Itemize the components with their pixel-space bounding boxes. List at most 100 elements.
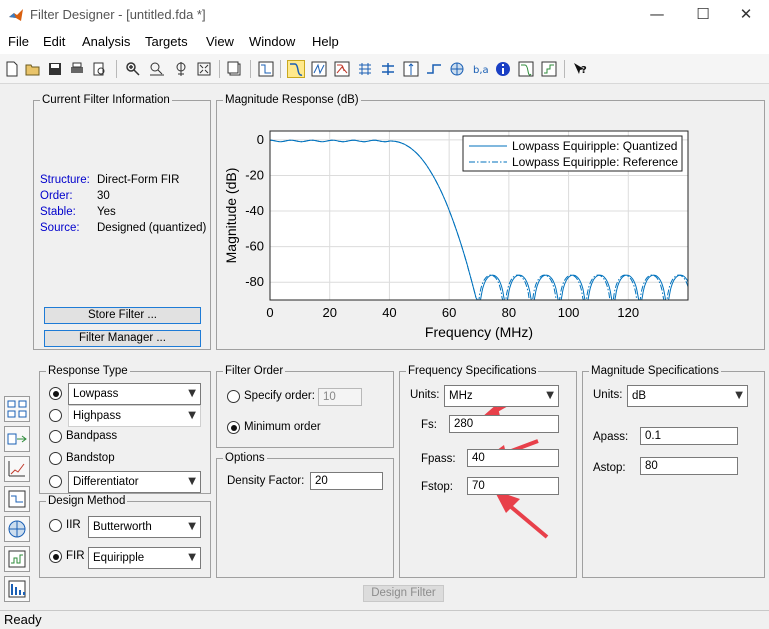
minimize-button[interactable]: —: [634, 0, 680, 30]
apass-label: Apass:: [593, 431, 629, 443]
fir-method-select[interactable]: Equiripple ▼: [88, 547, 201, 569]
chart-legend: Lowpass Equiripple: Quantized Lowpass Eq…: [462, 135, 683, 172]
menu-file[interactable]: File: [8, 34, 29, 49]
toolbar: b,a ?: [0, 54, 769, 84]
current-filter-panel: Current Filter Information Structure: Di…: [33, 93, 211, 350]
round-off-noise-icon[interactable]: [540, 60, 558, 78]
full-view-icon[interactable]: [195, 60, 213, 78]
magnitude-response-title: Magnitude Response (dB): [223, 93, 361, 107]
zoom-y-icon[interactable]: [172, 60, 190, 78]
magnitude-response-estimate-icon[interactable]: [517, 60, 535, 78]
structure-label: Structure:: [40, 174, 90, 186]
new-figure-icon[interactable]: [226, 60, 244, 78]
radio-differentiator[interactable]: [49, 475, 62, 488]
x-tick-label: 80: [502, 305, 516, 320]
radio-specify-order[interactable]: [227, 390, 240, 403]
astop-input[interactable]: 80: [640, 457, 738, 475]
impulse-response-icon[interactable]: [402, 60, 420, 78]
menu-analysis[interactable]: Analysis: [82, 34, 130, 49]
mag-units-select[interactable]: dB ▼: [627, 385, 748, 407]
radio-fir[interactable]: [49, 550, 62, 563]
radio-highpass[interactable]: [49, 409, 62, 422]
magnitude-response-chart[interactable]: 0 20 40 60 80 100 120 0 -20 -40 -60 -80 Frequency (…: [220, 108, 761, 346]
store-filter-button[interactable]: Store Filter ...: [44, 307, 201, 324]
legend-reference-label: Lowpass Equiripple: Reference: [512, 155, 678, 169]
fir-label: FIR: [66, 550, 85, 562]
fpass-input[interactable]: 40: [467, 449, 559, 467]
frequency-specs-title: Frequency Specifications: [406, 364, 539, 378]
close-button[interactable]: ✕: [723, 0, 769, 30]
y-axis-label: Magnitude (dB): [223, 168, 239, 264]
realize-model-tool[interactable]: [4, 486, 30, 512]
order-label: Order:: [40, 190, 73, 202]
multirate-design-tool[interactable]: [4, 576, 30, 602]
fs-input[interactable]: 280: [449, 415, 559, 433]
response-type-title: Response Type: [46, 364, 130, 378]
radio-iir[interactable]: [49, 519, 62, 532]
differentiator-select[interactable]: Differentiator ▼: [68, 471, 201, 493]
svg-text:?: ?: [581, 65, 587, 76]
menu-window[interactable]: Window: [249, 34, 295, 49]
zoom-in-icon[interactable]: [124, 60, 142, 78]
menu-edit[interactable]: Edit: [43, 34, 65, 49]
freq-units-select[interactable]: MHz ▼: [444, 385, 559, 407]
iir-method-select[interactable]: Butterworth ▼: [88, 516, 201, 538]
apass-input[interactable]: 0.1: [640, 427, 738, 445]
filter-spec-icon[interactable]: [257, 60, 275, 78]
design-filter-button[interactable]: Design Filter: [363, 585, 444, 602]
fstop-input[interactable]: 70: [467, 477, 559, 495]
lowpass-select[interactable]: Lowpass ▼: [68, 383, 201, 405]
radio-bandstop[interactable]: [49, 452, 62, 465]
print-icon[interactable]: [68, 60, 86, 78]
status-bar: Ready: [0, 610, 769, 629]
menu-targets[interactable]: Targets: [145, 34, 188, 49]
print-preview-icon[interactable]: [90, 60, 108, 78]
structure-value: Direct-Form FIR: [97, 174, 180, 186]
filter-manager-button[interactable]: Filter Manager ...: [44, 330, 201, 347]
import-filter-tool[interactable]: [4, 546, 30, 572]
chevron-down-icon: ▼: [546, 390, 554, 401]
matlab-logo-icon: [9, 9, 23, 21]
y-tick-label: -40: [245, 203, 264, 218]
transform-filter-tool[interactable]: [4, 426, 30, 452]
specify-order-label: Specify order:: [244, 390, 315, 402]
whats-this-icon[interactable]: ?: [571, 60, 589, 78]
x-tick-label: 120: [617, 305, 639, 320]
menu-help[interactable]: Help: [312, 34, 339, 49]
options-title: Options: [223, 451, 267, 465]
maximize-button[interactable]: ☐: [680, 0, 726, 30]
open-icon[interactable]: [24, 60, 42, 78]
radio-lowpass[interactable]: [49, 387, 62, 400]
filter-info-icon[interactable]: [494, 60, 512, 78]
new-icon[interactable]: [3, 60, 21, 78]
pole-zero-icon[interactable]: [448, 60, 466, 78]
zoom-x-icon[interactable]: [148, 60, 166, 78]
stable-label: Stable:: [40, 206, 76, 218]
specify-order-input[interactable]: 10: [318, 388, 362, 406]
design-filter-tool[interactable]: [4, 396, 30, 422]
chevron-down-icon: ▼: [188, 552, 196, 563]
menu-view[interactable]: View: [206, 34, 234, 49]
pole-zero-editor-tool[interactable]: [4, 516, 30, 542]
magnitude-response-icon[interactable]: [287, 60, 305, 78]
minimum-order-label: Minimum order: [244, 421, 321, 433]
chevron-down-icon: ▼: [735, 390, 743, 401]
phase-delay-icon[interactable]: [379, 60, 397, 78]
phase-response-icon[interactable]: [310, 60, 328, 78]
mag-units-label: Units:: [593, 389, 623, 401]
x-tick-label: 60: [442, 305, 456, 320]
filter-coefficients-icon[interactable]: b,a: [471, 60, 489, 78]
radio-minimum-order[interactable]: [227, 421, 240, 434]
x-tick-label: 0: [266, 305, 273, 320]
x-tick-label: 40: [382, 305, 396, 320]
radio-bandpass[interactable]: [49, 430, 62, 443]
svg-text:b,a: b,a: [473, 65, 488, 76]
group-delay-icon[interactable]: [356, 60, 374, 78]
step-response-icon[interactable]: [425, 60, 443, 78]
set-quantization-tool[interactable]: [4, 456, 30, 482]
highpass-select[interactable]: Highpass ▼: [68, 405, 201, 427]
magnitude-phase-icon[interactable]: [333, 60, 351, 78]
density-factor-input[interactable]: 20: [310, 472, 383, 490]
save-icon[interactable]: [46, 60, 64, 78]
y-tick-label: -60: [245, 239, 264, 254]
